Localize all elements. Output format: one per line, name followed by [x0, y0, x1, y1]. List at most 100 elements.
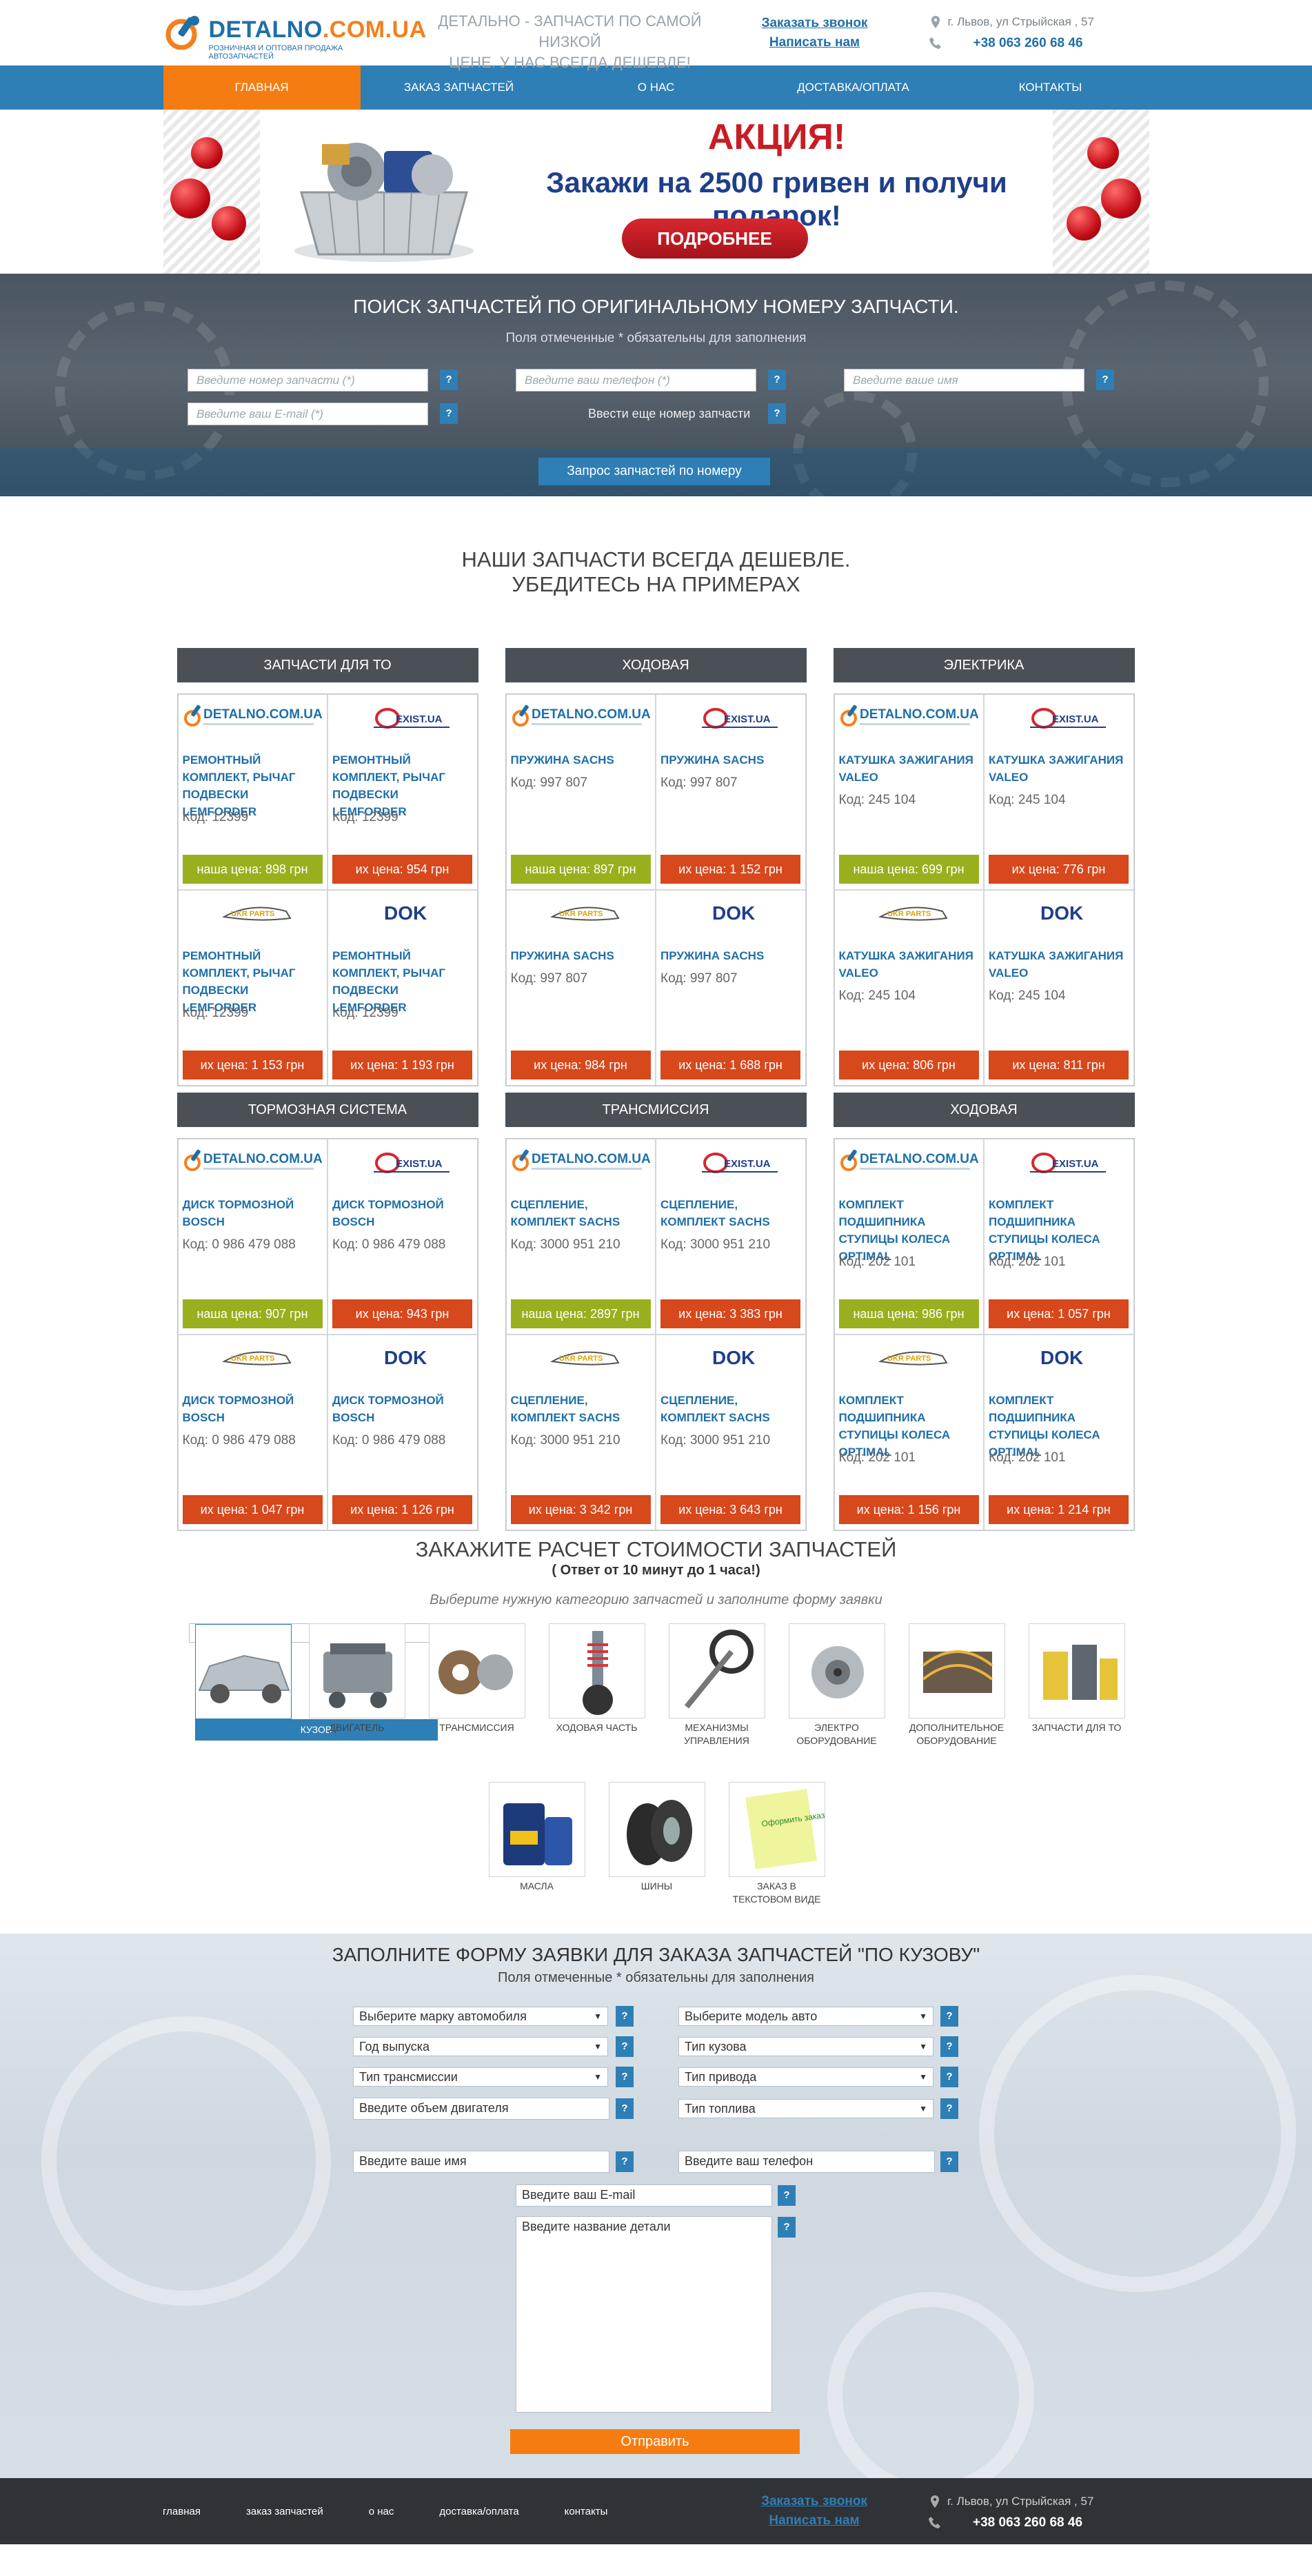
name-input[interactable]: Введите ваше имя: [844, 369, 1084, 392]
body-type-select[interactable]: Тип кузова ▼: [678, 2037, 933, 2056]
banner-more-button[interactable]: ПОДРОБНЕЕ: [621, 219, 808, 258]
price-card[interactable]: EXIST.UA ДИСК ТОРМОЗНОЙ BOSCH Код: 0 986 4…: [327, 1139, 478, 1335]
price-card[interactable]: DOK ПРУЖИНА SACHS Код: 997 807 их цена: 1 6…: [656, 890, 806, 1086]
price-card[interactable]: DOK КАТУШКА ЗАЖИГАНИЯ VALEO Код: 245 104 их…: [984, 890, 1134, 1086]
help-button[interactable]: ?: [940, 2006, 958, 2027]
order-phone-input[interactable]: Введите ваш телефон: [678, 2151, 935, 2173]
price-card[interactable]: UKR PARTS ДИСК ТОРМОЗНОЙ BOSCH Код: 0 986 …: [177, 1335, 327, 1530]
price-card[interactable]: UKR PARTS СЦЕПЛЕНИЕ, КОМПЛЕКТ SACHS Код: 3…: [505, 1335, 656, 1530]
category-tile[interactable]: ХОДОВАЯ ЧАСТЬ: [548, 1623, 645, 1734]
footer-call-request-link[interactable]: Заказать звонок: [752, 2492, 876, 2511]
footer-link-delivery[interactable]: доставка/оплата: [439, 2506, 518, 2517]
part-name[interactable]: ДИСК ТОРМОЗНОЙ BOSCH: [332, 1196, 470, 1230]
help-button[interactable]: ?: [616, 2006, 634, 2027]
price-card[interactable]: UKR PARTS РЕМОНТНЫЙ КОМПЛЕКТ, РЫЧАГ ПОДВЕ…: [177, 890, 327, 1086]
nav-item-home[interactable]: ГЛАВНАЯ: [163, 65, 361, 110]
help-button[interactable]: ?: [940, 2067, 958, 2087]
part-name[interactable]: ДИСК ТОРМОЗНОЙ BOSCH: [332, 1392, 470, 1426]
nav-item-contacts[interactable]: КОНТАКТЫ: [952, 65, 1149, 110]
price-card[interactable]: EXIST.UA РЕМОНТНЫЙ КОМПЛЕКТ, РЫЧАГ ПОДВЕС…: [327, 694, 478, 890]
help-button[interactable]: ?: [440, 403, 458, 424]
search-submit-button[interactable]: Запрос запчастей по номеру: [538, 458, 770, 485]
category-tile[interactable]: ДВИГАТЕЛЬ: [308, 1623, 405, 1734]
engine-volume-input[interactable]: Введите объем двигателя: [353, 2098, 609, 2120]
footer-link-about[interactable]: о нас: [369, 2506, 394, 2517]
drive-type-select[interactable]: Тип привода ▼: [678, 2067, 933, 2087]
help-button[interactable]: ?: [778, 2185, 796, 2206]
help-button[interactable]: ?: [940, 2151, 958, 2172]
help-button[interactable]: ?: [440, 369, 458, 390]
help-button[interactable]: ?: [1096, 369, 1114, 390]
price-card[interactable]: UKR PARTS КАТУШКА ЗАЖИГАНИЯ VALEO Код: 245…: [834, 890, 984, 1086]
part-name[interactable]: ПРУЖИНА SACHS: [660, 751, 798, 769]
help-button[interactable]: ?: [616, 2036, 634, 2057]
footer-link-contacts[interactable]: контакты: [565, 2506, 608, 2517]
price-card[interactable]: DOK РЕМОНТНЫЙ КОМПЛЕКТ, РЫЧАГ ПОДВЕСКИ LE…: [327, 890, 478, 1086]
price-card[interactable]: EXIST.UA КОМПЛЕКТ ПОДШИПНИКА СТУПИЦЫ КОЛЕ…: [984, 1139, 1134, 1335]
price-card[interactable]: DETALNO.COM.UA КОМПЛЕКТ ПОДШИПНИКА СТУПИЦ…: [834, 1139, 984, 1335]
year-select[interactable]: Год выпуска ▼: [353, 2037, 608, 2056]
fuel-type-select[interactable]: Тип топлива ▼: [678, 2099, 933, 2118]
help-button[interactable]: ?: [616, 2067, 634, 2087]
category-tile[interactable]: Оформить заказ ЗАКАЗ В ТЕКСТОВОМ ВИДЕ: [728, 1782, 825, 1906]
price-card[interactable]: DETALNO.COM.UA ДИСК ТОРМОЗНОЙ BOSCH Код: 0…: [177, 1139, 327, 1335]
nav-item-delivery[interactable]: ДОСТАВКА/ОПЛАТА: [755, 65, 952, 110]
nav-item-parts-order[interactable]: ЗАКАЗ ЗАПЧАСТЕЙ: [361, 65, 558, 110]
footer-link-home[interactable]: главная: [163, 2506, 201, 2517]
category-tile[interactable]: МАСЛА: [488, 1782, 585, 1893]
order-email-input[interactable]: Введите ваш E-mail: [516, 2184, 772, 2207]
category-tile[interactable]: ТРАНСМИССИЯ: [428, 1623, 525, 1734]
part-name[interactable]: СЦЕПЛЕНИЕ, КОМПЛЕКТ SACHS: [660, 1196, 798, 1230]
part-name[interactable]: ДИСК ТОРМОЗНОЙ BOSCH: [183, 1196, 321, 1230]
order-name-input[interactable]: Введите ваше имя: [353, 2151, 609, 2173]
price-card[interactable]: DETALNO.COM.UA СЦЕПЛЕНИЕ, КОМПЛЕКТ SACHS К…: [505, 1139, 656, 1335]
price-card[interactable]: DOK КОМПЛЕКТ ПОДШИПНИКА СТУПИЦЫ КОЛЕСА OP…: [984, 1335, 1134, 1530]
price-card[interactable]: DETALNO.COM.UA КАТУШКА ЗАЖИГАНИЯ VALEO Код…: [834, 694, 984, 890]
car-brand-select[interactable]: Выберите марку автомобиля ▼: [353, 2007, 608, 2026]
price-card[interactable]: DOK ДИСК ТОРМОЗНОЙ BOSCH Код: 0 986 479 08…: [327, 1335, 478, 1530]
order-submit-button[interactable]: Отправить: [510, 2429, 800, 2454]
part-name[interactable]: КАТУШКА ЗАЖИГАНИЯ VALEO: [989, 751, 1127, 786]
detail-name-textarea[interactable]: Введите название детали: [516, 2216, 772, 2413]
help-button[interactable]: ?: [616, 2098, 634, 2119]
add-part-number-button[interactable]: ?: [768, 403, 786, 424]
category-tile[interactable]: ДОПОЛНИТЕЛЬНОЕ ОБОРУДОВАНИЕ: [908, 1623, 1005, 1747]
price-card[interactable]: DETALNO.COM.UA ПРУЖИНА SACHS Код: 997 807 н…: [505, 694, 656, 890]
category-tile[interactable]: ЭЛЕКТРО ОБОРУДОВАНИЕ: [788, 1623, 885, 1747]
part-name[interactable]: КАТУШКА ЗАЖИГАНИЯ VALEO: [989, 947, 1127, 982]
part-name[interactable]: ПРУЖИНА SACHS: [660, 947, 798, 964]
price-card[interactable]: EXIST.UA ПРУЖИНА SACHS Код: 997 807 их цена…: [656, 694, 806, 890]
footer-write-us-link[interactable]: Написать нам: [752, 2511, 876, 2531]
category-tile[interactable]: ШИНЫ: [608, 1782, 705, 1893]
footer-link-parts-order[interactable]: заказ запчастей: [246, 2506, 323, 2517]
add-part-number-link[interactable]: Ввести еще номер запчасти: [588, 407, 750, 421]
part-name[interactable]: КАТУШКА ЗАЖИГАНИЯ VALEO: [839, 947, 977, 982]
nav-item-about[interactable]: О НАС: [558, 65, 755, 110]
footer-phone[interactable]: +38 063 260 68 46: [973, 2515, 1082, 2531]
price-card[interactable]: EXIST.UA СЦЕПЛЕНИЕ, КОМПЛЕКТ SACHS Код: 30…: [656, 1139, 806, 1335]
site-logo[interactable]: DETALNO.COM.UA РОЗНИЧНАЯ И ОПТОВАЯ ПРОДА…: [163, 12, 426, 61]
help-button[interactable]: ?: [940, 2036, 958, 2057]
price-card[interactable]: DOK СЦЕПЛЕНИЕ, КОМПЛЕКТ SACHS Код: 3000 95…: [656, 1335, 806, 1530]
part-name[interactable]: СЦЕПЛЕНИЕ, КОМПЛЕКТ SACHS: [511, 1392, 649, 1426]
part-name[interactable]: СЦЕПЛЕНИЕ, КОМПЛЕКТ SACHS: [511, 1196, 649, 1230]
help-button[interactable]: ?: [778, 2217, 796, 2238]
category-tile[interactable]: ЗАПЧАСТИ ДЛЯ ТО: [1028, 1623, 1125, 1734]
help-button[interactable]: ?: [616, 2151, 634, 2172]
call-request-link[interactable]: Заказать звонок: [753, 14, 877, 33]
email-input[interactable]: Введите ваш E-mail (*): [188, 403, 428, 425]
part-name[interactable]: ПРУЖИНА SACHS: [511, 947, 649, 964]
help-button[interactable]: ?: [768, 369, 786, 390]
part-name[interactable]: ДИСК ТОРМОЗНОЙ BOSCH: [183, 1392, 321, 1426]
car-model-select[interactable]: Выберите модель авто ▼: [678, 2007, 933, 2026]
write-us-link[interactable]: Написать нам: [753, 33, 877, 52]
phone-number[interactable]: +38 063 260 68 46: [973, 36, 1083, 51]
price-card[interactable]: UKR PARTS КОМПЛЕКТ ПОДШИПНИКА СТУПИЦЫ КОЛ…: [834, 1335, 984, 1530]
category-tile[interactable]: МЕХАНИЗМЫ УПРАВЛЕНИЯ: [668, 1623, 765, 1747]
phone-input[interactable]: Введите ваш телефон (*): [516, 369, 756, 392]
part-name[interactable]: КАТУШКА ЗАЖИГАНИЯ VALEO: [839, 751, 977, 786]
part-name[interactable]: ПРУЖИНА SACHS: [511, 751, 649, 769]
price-card[interactable]: DETALNO.COM.UA РЕМОНТНЫЙ КОМПЛЕКТ, РЫЧАГ …: [177, 694, 327, 890]
part-name[interactable]: СЦЕПЛЕНИЕ, КОМПЛЕКТ SACHS: [660, 1392, 798, 1426]
transmission-select[interactable]: Тип трансмиссии ▼: [353, 2067, 608, 2087]
